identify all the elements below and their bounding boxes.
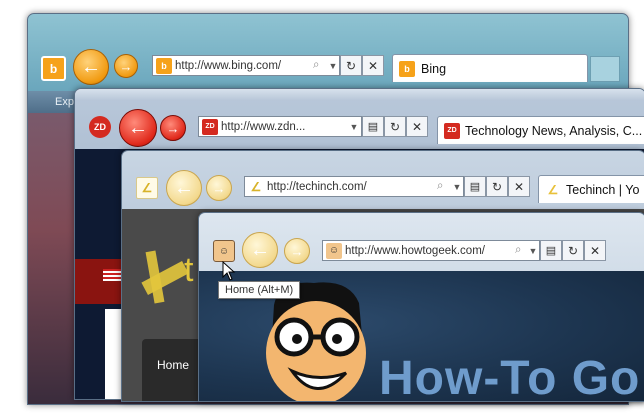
- mouse-cursor-icon: [222, 261, 236, 281]
- tab-title: Techinch | Yo: [566, 182, 640, 197]
- techinch-home-icon[interactable]: ∠: [136, 177, 158, 199]
- forward-button[interactable]: →: [114, 54, 138, 78]
- magnifier-icon: ⌕: [437, 180, 444, 192]
- right-arrow-icon: →: [119, 58, 133, 74]
- address-bar[interactable]: ☺ http://www.howtogeek.com/ ⌕ ▼: [322, 240, 540, 261]
- chevron-down-icon[interactable]: ▼: [527, 246, 539, 256]
- zdnet-favicon-icon: ZD: [202, 118, 218, 135]
- refresh-icon: ↻: [389, 119, 401, 134]
- forward-button[interactable]: →: [206, 175, 232, 201]
- zdnet-home-icon[interactable]: ZD: [89, 116, 111, 138]
- techinch-logo: [136, 245, 189, 305]
- banner-text: How-To Go: [379, 352, 641, 402]
- right-arrow-icon: →: [166, 120, 180, 136]
- mascot-pupil-right: [332, 334, 342, 344]
- forward-button[interactable]: →: [284, 238, 310, 264]
- howtogeek-home-icon[interactable]: ☺: [213, 240, 235, 262]
- address-text: http://www.bing.com/: [175, 59, 282, 72]
- address-bar[interactable]: b http://www.bing.com/ ⌕ ▼: [152, 55, 340, 76]
- browser-window-howtogeek: ☺ ← → ☺ http://www.howtogeek.com/ ⌕ ▼ ▤ …: [198, 212, 644, 402]
- address-bar[interactable]: ∠ http://techinch.com/ ⌕ ▼: [244, 176, 464, 197]
- refresh-icon: ↻: [491, 179, 503, 194]
- compatibility-view-icon: ▤: [545, 245, 557, 257]
- stop-button[interactable]: ✕: [406, 116, 428, 137]
- title-strip: [75, 89, 644, 101]
- compat-button[interactable]: ▤: [540, 240, 562, 261]
- right-arrow-icon: →: [290, 243, 304, 259]
- logo-text: t: [184, 251, 194, 289]
- tab-zdnet[interactable]: ZD Technology News, Analysis, C...: [437, 116, 644, 144]
- bing-home-icon[interactable]: b: [41, 56, 66, 81]
- left-arrow-icon: ←: [128, 116, 148, 139]
- stop-button[interactable]: ✕: [362, 55, 384, 76]
- close-icon: ✕: [513, 179, 525, 194]
- address-text: http://www.howtogeek.com/: [345, 244, 485, 257]
- compatibility-view-icon: ▤: [469, 181, 481, 193]
- right-arrow-icon: →: [212, 180, 226, 196]
- back-button[interactable]: ←: [119, 109, 157, 147]
- compat-button[interactable]: ▤: [464, 176, 486, 197]
- refresh-icon: ↻: [345, 58, 357, 73]
- tab-bing[interactable]: b Bing: [392, 54, 588, 82]
- tab-title: Technology News, Analysis, C...: [465, 123, 643, 138]
- close-icon: ✕: [589, 243, 601, 258]
- magnifier-icon: ⌕: [515, 244, 522, 256]
- flag-icon: [103, 269, 121, 281]
- home-tooltip: Home (Alt+M): [218, 281, 301, 299]
- tab-techinch[interactable]: ∠ Techinch | Yo: [538, 175, 644, 203]
- chevron-down-icon[interactable]: ▼: [347, 122, 361, 132]
- techinch-favicon-icon: ∠: [250, 179, 262, 194]
- chevron-down-icon[interactable]: ▼: [327, 61, 339, 71]
- forward-button[interactable]: →: [160, 115, 186, 141]
- magnifier-icon: ⌕: [313, 59, 320, 71]
- back-button[interactable]: ←: [242, 232, 278, 268]
- tab-title: Bing: [421, 61, 447, 76]
- refresh-button[interactable]: ↻: [340, 55, 362, 76]
- mascot-pupil-left: [292, 334, 302, 344]
- back-button[interactable]: ←: [166, 170, 202, 206]
- address-text: http://www.zdn...: [221, 120, 306, 133]
- left-arrow-icon: ←: [81, 55, 101, 78]
- howtogeek-favicon-icon: ☺: [326, 242, 342, 259]
- left-arrow-icon: ←: [250, 238, 270, 261]
- back-button[interactable]: ←: [73, 49, 109, 85]
- refresh-icon: ↻: [567, 243, 579, 258]
- refresh-button[interactable]: ↻: [562, 240, 584, 261]
- left-arrow-icon: ←: [174, 176, 194, 199]
- address-text: http://techinch.com/: [267, 180, 367, 193]
- bing-tab-favicon-icon: b: [399, 60, 415, 77]
- bing-favicon-icon: b: [156, 57, 172, 74]
- close-icon: ✕: [411, 119, 423, 134]
- new-tab-button[interactable]: [590, 56, 620, 82]
- compatibility-view-icon: ▤: [367, 121, 379, 133]
- red-banner: [75, 259, 125, 304]
- zdnet-tab-favicon-icon: ZD: [444, 122, 460, 139]
- techinch-tab-favicon-icon: ∠: [547, 182, 559, 197]
- close-icon: ✕: [367, 58, 379, 73]
- chevron-down-icon[interactable]: ▼: [451, 182, 463, 192]
- stop-button[interactable]: ✕: [584, 240, 606, 261]
- nav-home-link[interactable]: Home: [157, 358, 189, 372]
- refresh-button[interactable]: ↻: [486, 176, 508, 197]
- refresh-button[interactable]: ↻: [384, 116, 406, 137]
- address-bar[interactable]: ZD http://www.zdn... ▼: [198, 116, 362, 137]
- stop-button[interactable]: ✕: [508, 176, 530, 197]
- compat-button[interactable]: ▤: [362, 116, 384, 137]
